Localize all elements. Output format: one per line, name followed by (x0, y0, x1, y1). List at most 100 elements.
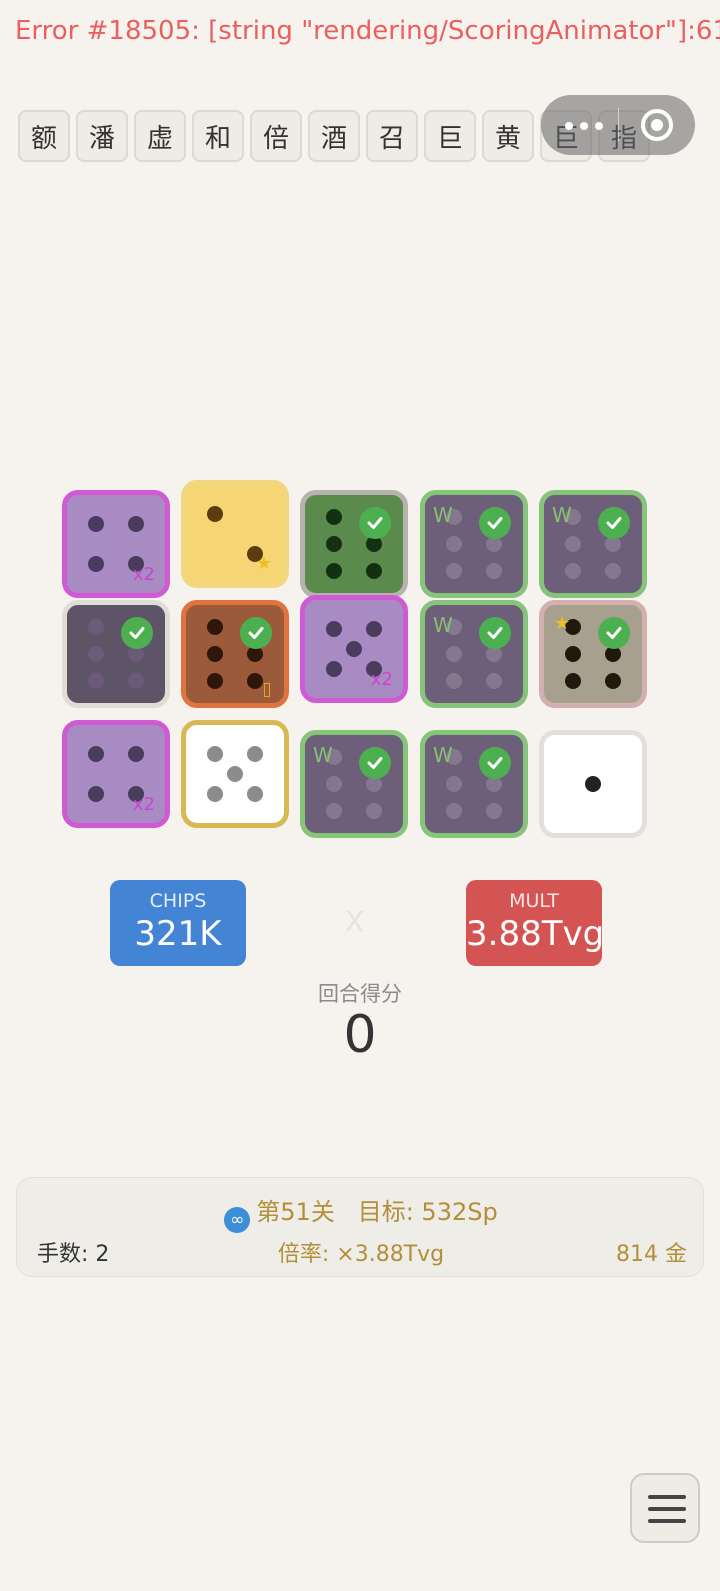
joker-slot[interactable]: 黄 (482, 110, 534, 162)
wild-tag: W (433, 743, 453, 767)
die-5[interactable]: W (539, 490, 647, 598)
multiplier-tag: x2 (132, 564, 155, 585)
joker-slot[interactable]: 召 (366, 110, 418, 162)
die-pip (446, 803, 463, 820)
die-6[interactable] (62, 600, 170, 708)
die-2[interactable]: ★ (181, 480, 289, 588)
die-15[interactable] (539, 730, 647, 838)
die-pip (585, 776, 601, 792)
die-pip (446, 776, 463, 792)
die-pip (446, 536, 463, 552)
joker-slot[interactable]: 虚 (134, 110, 186, 162)
die-pip (127, 673, 144, 690)
die-pip (207, 785, 224, 802)
multiplier-tag: x2 (370, 669, 393, 690)
die-pip (365, 803, 382, 820)
level-target-line: ∞ 第51关 目标: 532Sp (17, 1192, 705, 1233)
die-pip (326, 660, 343, 677)
selected-check-icon (121, 617, 153, 649)
selected-check-icon (240, 617, 272, 649)
die-pip (326, 563, 343, 580)
joker-slot[interactable]: 酒 (308, 110, 360, 162)
joker-slot[interactable]: 巨 (424, 110, 476, 162)
die-8[interactable]: x2 (300, 595, 408, 703)
die-pip (227, 766, 243, 782)
die-pip (485, 563, 502, 580)
die-pip (88, 516, 105, 533)
die-pip (127, 746, 144, 763)
die-pip (246, 785, 263, 802)
die-pip (346, 641, 362, 657)
die-pip (246, 673, 263, 690)
selected-check-icon (479, 747, 511, 779)
die-pip (446, 646, 463, 662)
status-panel: ∞ 第51关 目标: 532Sp 手数: 2 倍率: ×3.88Tvg 814 金 (16, 1177, 704, 1277)
mult-value: 3.88Tvg (466, 914, 605, 954)
die-pip (207, 673, 224, 690)
level-label: 第51关 (256, 1198, 335, 1226)
wild-tag: W (433, 503, 453, 527)
capsule-divider (618, 108, 619, 142)
die-4[interactable]: W (420, 490, 528, 598)
die-pip (326, 621, 343, 638)
target-circle-icon[interactable] (641, 109, 673, 141)
die-pip (326, 803, 343, 820)
die-pip (88, 618, 105, 635)
die-10[interactable]: ★ (539, 600, 647, 708)
wild-tag: W (552, 503, 572, 527)
die-pip (326, 508, 343, 525)
more-dots-icon[interactable] (565, 122, 603, 130)
small-mark (264, 683, 270, 697)
die-pip (604, 673, 621, 690)
die-pip (88, 746, 105, 763)
gold-amount: 814 金 (616, 1242, 687, 1267)
die-pip (365, 621, 382, 638)
die-1[interactable]: x2 (62, 490, 170, 598)
die-pip (565, 673, 582, 690)
chips-label: CHIPS (149, 890, 207, 912)
selected-check-icon (598, 507, 630, 539)
die-pip (365, 563, 382, 580)
die-14[interactable]: W (420, 730, 528, 838)
die-pip (88, 785, 105, 802)
mult-badge: MULT 3.88Tvg (466, 880, 605, 966)
die-pip (446, 563, 463, 580)
die-3[interactable] (300, 490, 408, 598)
chips-value: 321K (134, 914, 222, 954)
chips-badge: CHIPS 321K (110, 880, 246, 966)
round-score-value: 0 (343, 1005, 377, 1065)
times-sign: X (345, 905, 365, 938)
die-pip (207, 618, 224, 635)
die-pip (88, 646, 105, 662)
die-7[interactable] (181, 600, 289, 708)
die-13[interactable]: W (300, 730, 408, 838)
die-pip (565, 563, 582, 580)
mult-label: MULT (509, 890, 559, 912)
infinity-icon: ∞ (224, 1207, 251, 1233)
star-icon: ★ (554, 613, 571, 634)
rate-value: 倍率: ×3.88Tvg (277, 1242, 445, 1267)
die-pip (207, 746, 224, 763)
die-9[interactable]: W (420, 600, 528, 708)
die-pip (326, 776, 343, 792)
die-12[interactable] (181, 720, 289, 828)
die-pip (326, 536, 343, 552)
wild-tag: W (433, 613, 453, 637)
die-pip (88, 555, 105, 572)
die-pip (207, 646, 224, 662)
joker-slot[interactable]: 额 (18, 110, 70, 162)
selected-check-icon (359, 507, 391, 539)
die-pip (88, 673, 105, 690)
mini-program-capsule (541, 95, 695, 155)
joker-slot[interactable]: 倍 (250, 110, 302, 162)
die-pip (246, 746, 263, 763)
star-icon: ★ (256, 553, 273, 574)
joker-slot[interactable]: 和 (192, 110, 244, 162)
selected-check-icon (598, 617, 630, 649)
die-11[interactable]: x2 (62, 720, 170, 828)
target-label: 目标: 532Sp (357, 1198, 498, 1226)
die-pip (565, 646, 582, 662)
joker-slot[interactable]: 潘 (76, 110, 128, 162)
die-pip (485, 673, 502, 690)
hamburger-menu-icon[interactable] (630, 1473, 700, 1543)
